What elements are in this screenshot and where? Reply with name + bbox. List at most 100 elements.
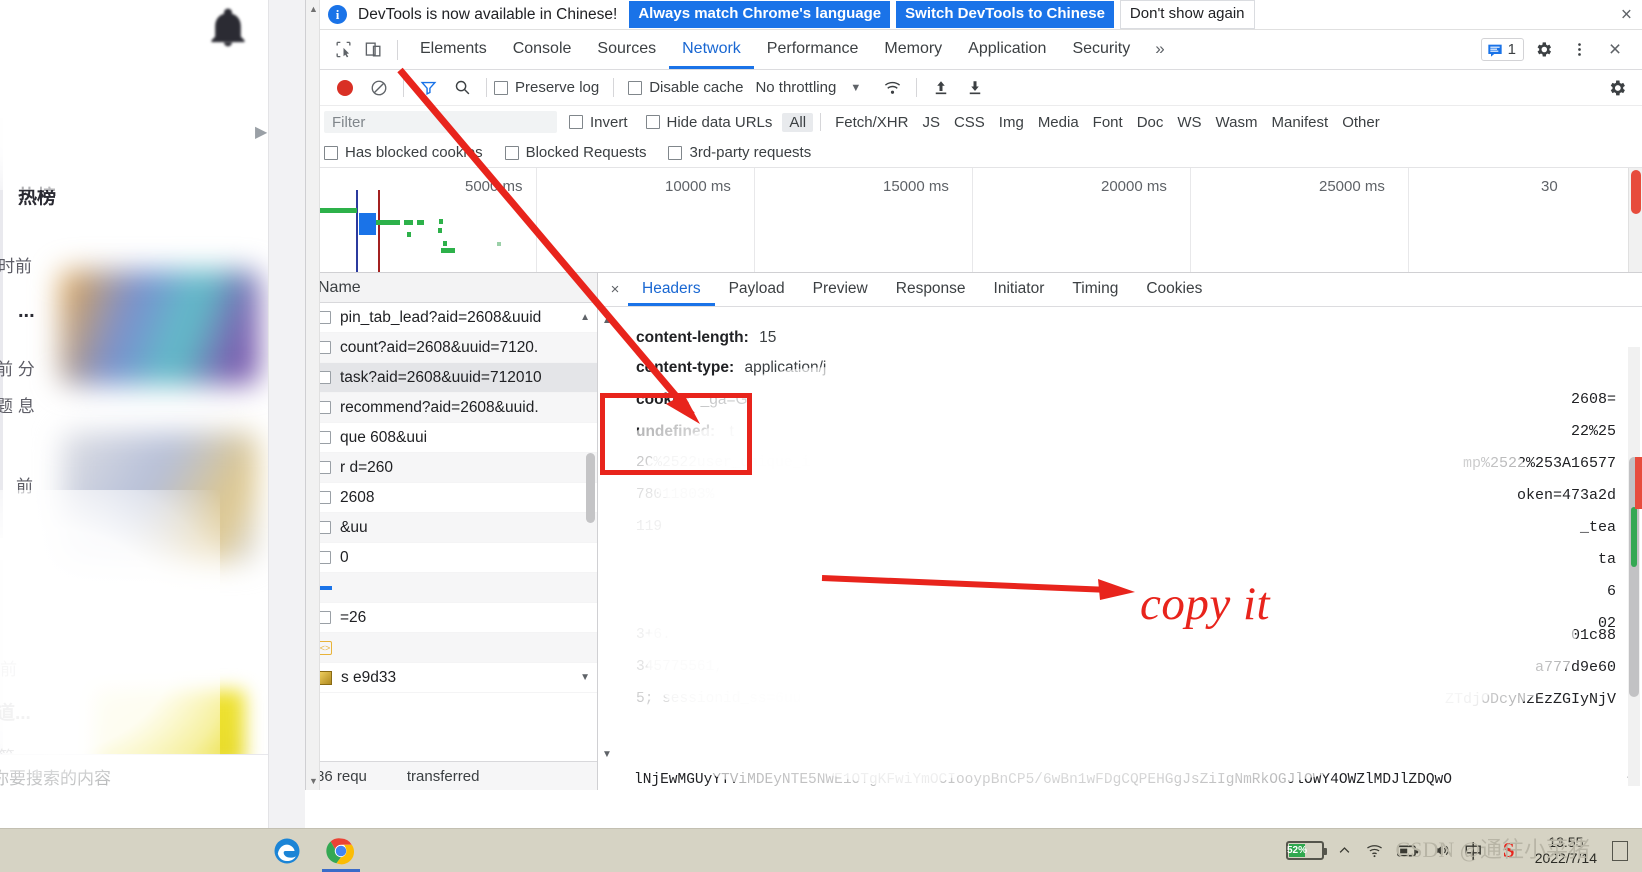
filter-type-doc[interactable]: Doc bbox=[1130, 113, 1171, 132]
filter-type-js[interactable]: JS bbox=[915, 113, 947, 132]
bg-expand-arrow-icon[interactable]: ▶ bbox=[255, 122, 275, 144]
message-badge[interactable]: 1 bbox=[1480, 38, 1524, 61]
volume-icon[interactable] bbox=[1432, 842, 1451, 859]
detail-scrollbar[interactable] bbox=[1628, 347, 1640, 786]
filter-type-media[interactable]: Media bbox=[1031, 113, 1086, 132]
google-chrome-icon[interactable] bbox=[316, 830, 366, 872]
table-row[interactable]: s e9d33 ▼ bbox=[306, 663, 597, 693]
scroll-down-icon[interactable]: ▼ bbox=[309, 776, 318, 786]
taskbar-clock[interactable]: 13:55 2022/7/14 bbox=[1535, 834, 1597, 866]
scroll-down-icon[interactable]: ▼ bbox=[580, 672, 590, 683]
tab-security[interactable]: Security bbox=[1059, 30, 1143, 69]
overview-scrollbar[interactable] bbox=[1628, 168, 1642, 272]
filter-type-font[interactable]: Font bbox=[1086, 113, 1130, 132]
bg-list-item-1[interactable]: 题 息 bbox=[0, 392, 35, 417]
record-button[interactable] bbox=[328, 73, 362, 103]
network-overview-timeline[interactable]: 5000 ms 10000 ms 15000 ms 20000 ms 25000… bbox=[306, 168, 1642, 273]
tab-headers[interactable]: Headers bbox=[628, 273, 715, 306]
clear-button[interactable] bbox=[362, 73, 396, 103]
filter-toggle-icon[interactable] bbox=[411, 73, 445, 103]
import-har-icon[interactable] bbox=[924, 73, 958, 103]
filter-type-fetch-xhr[interactable]: Fetch/XHR bbox=[828, 113, 915, 132]
tab-response[interactable]: Response bbox=[882, 273, 980, 306]
disable-cache-checkbox[interactable]: Disable cache bbox=[628, 79, 743, 96]
more-options-icon[interactable] bbox=[1562, 35, 1596, 65]
inspect-element-icon[interactable] bbox=[328, 36, 358, 64]
battery-icon[interactable] bbox=[1396, 844, 1419, 858]
switch-devtools-chinese-button[interactable]: Switch DevTools to Chinese bbox=[896, 0, 1114, 29]
show-desktop-icon[interactable] bbox=[1612, 840, 1628, 861]
table-row[interactable]: r d=260 bbox=[306, 453, 597, 483]
tab-application[interactable]: Application bbox=[955, 30, 1059, 69]
tab-timing[interactable]: Timing bbox=[1058, 273, 1132, 306]
export-har-icon[interactable] bbox=[958, 73, 992, 103]
dont-show-again-button[interactable]: Don't show again bbox=[1119, 0, 1255, 30]
scroll-up-icon[interactable]: ▲ bbox=[602, 315, 612, 326]
tab-preview[interactable]: Preview bbox=[799, 273, 882, 306]
network-conditions-icon[interactable] bbox=[875, 73, 909, 103]
sogou-input-icon[interactable]: S bbox=[1496, 838, 1522, 864]
filter-type-all[interactable]: All bbox=[782, 112, 814, 132]
filter-input[interactable]: Filter bbox=[324, 111, 557, 133]
tab-payload[interactable]: Payload bbox=[715, 273, 799, 306]
third-party-requests-checkbox[interactable]: 3rd-party requests bbox=[668, 144, 811, 161]
gear-icon[interactable] bbox=[1526, 35, 1560, 65]
close-detail-icon[interactable]: × bbox=[602, 281, 628, 298]
chevron-down-icon[interactable]: ▼ bbox=[850, 82, 861, 94]
search-icon[interactable] bbox=[445, 73, 479, 103]
scroll-down-icon[interactable]: ▼ bbox=[602, 749, 612, 760]
bg-list-item-2[interactable]: 前 bbox=[16, 472, 33, 497]
table-row[interactable]: &uu bbox=[306, 513, 597, 543]
bg-search-bar[interactable]: 你要搜索的内容 bbox=[0, 754, 268, 792]
blocked-requests-checkbox[interactable]: Blocked Requests bbox=[504, 144, 646, 161]
request-list-scrollbar[interactable] bbox=[586, 453, 595, 523]
table-row[interactable]: que 608&uui bbox=[306, 423, 597, 453]
invert-checkbox[interactable]: Invert bbox=[569, 114, 628, 131]
close-icon[interactable]: × bbox=[1621, 5, 1632, 24]
tab-performance[interactable]: Performance bbox=[754, 30, 872, 69]
throttling-select[interactable]: No throttling bbox=[755, 79, 836, 96]
filter-type-wasm[interactable]: Wasm bbox=[1209, 113, 1265, 132]
ime-indicator[interactable]: 中 bbox=[1464, 837, 1483, 864]
table-row[interactable]: recommend?aid=2608&uuid. bbox=[306, 393, 597, 423]
tab-initiator[interactable]: Initiator bbox=[980, 273, 1059, 306]
filter-type-ws[interactable]: WS bbox=[1170, 113, 1208, 132]
bg-list-item-3[interactable]: 道... bbox=[0, 698, 31, 725]
preserve-log-checkbox[interactable]: Preserve log bbox=[494, 79, 599, 96]
battery-percent-indicator[interactable]: 52% bbox=[1285, 841, 1327, 860]
filter-type-css[interactable]: CSS bbox=[947, 113, 992, 132]
sort-ascending-icon[interactable]: ▲ bbox=[580, 312, 590, 323]
tab-elements[interactable]: Elements bbox=[407, 30, 500, 69]
has-blocked-cookies-checkbox[interactable]: Has blocked cookies bbox=[324, 144, 483, 161]
bg-list-item-0[interactable]: 前 分 bbox=[0, 355, 35, 380]
tab-sources[interactable]: Sources bbox=[584, 30, 669, 69]
hide-data-urls-checkbox[interactable]: Hide data URLs bbox=[645, 114, 772, 131]
table-row[interactable]: 0 bbox=[306, 543, 597, 573]
filter-type-other[interactable]: Other bbox=[1335, 113, 1387, 132]
table-row[interactable] bbox=[306, 573, 597, 603]
filter-type-img[interactable]: Img bbox=[992, 113, 1031, 132]
tab-memory[interactable]: Memory bbox=[871, 30, 955, 69]
table-row[interactable]: pin_tab_lead?aid=2608&uuid ▲ bbox=[306, 303, 597, 333]
table-row[interactable]: <> bbox=[306, 633, 597, 663]
always-match-language-button[interactable]: Always match Chrome's language bbox=[629, 0, 891, 29]
device-toolbar-icon[interactable] bbox=[358, 36, 388, 64]
network-settings-gear-icon[interactable] bbox=[1600, 73, 1634, 103]
request-list-header[interactable]: Name bbox=[306, 273, 597, 303]
table-row[interactable]: =26 bbox=[306, 603, 597, 633]
more-tabs-icon[interactable]: » bbox=[1143, 30, 1176, 69]
tab-network[interactable]: Network bbox=[669, 30, 754, 69]
overview-scroll-thumb[interactable] bbox=[1631, 170, 1641, 214]
bg-list-item-2b[interactable]: 前 bbox=[0, 655, 17, 680]
tray-expand-icon[interactable] bbox=[1337, 843, 1352, 858]
bell-icon[interactable] bbox=[206, 6, 250, 50]
table-row[interactable]: 2608 bbox=[306, 483, 597, 513]
scroll-up-icon[interactable]: ▲ bbox=[309, 4, 318, 14]
close-devtools-icon[interactable]: × bbox=[1598, 35, 1632, 65]
microsoft-edge-icon[interactable] bbox=[262, 830, 312, 872]
wifi-icon[interactable] bbox=[1365, 842, 1384, 859]
page-scrollbar[interactable]: ▲ ▼ bbox=[306, 0, 320, 790]
table-row[interactable]: count?aid=2608&uuid=7120. bbox=[306, 333, 597, 363]
tab-cookies[interactable]: Cookies bbox=[1132, 273, 1216, 306]
tab-console[interactable]: Console bbox=[500, 30, 585, 69]
